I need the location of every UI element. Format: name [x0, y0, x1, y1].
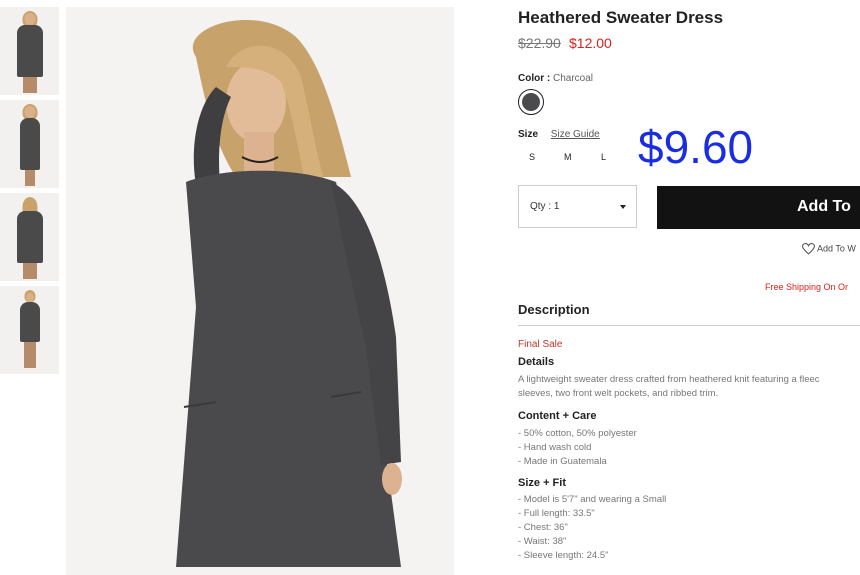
- content-line-3: - Made in Guatemala: [518, 456, 607, 467]
- sale-price: $12.00: [569, 35, 612, 51]
- thumb-legs: [23, 342, 36, 368]
- content-line-1: - 50% cotton, 50% polyester: [518, 428, 637, 439]
- size-option-s[interactable]: S: [529, 152, 535, 162]
- free-shipping-note: Free Shipping On Or: [765, 282, 849, 292]
- thumb-legs: [22, 77, 37, 93]
- description-divider: [518, 325, 860, 326]
- thumbnail-back[interactable]: [0, 193, 59, 281]
- add-to-wishlist-link[interactable]: Add To W: [801, 243, 856, 255]
- size-fit-heading: Size + Fit: [518, 477, 566, 489]
- add-to-bag-button[interactable]: Add To: [657, 186, 860, 229]
- thumb-head: [24, 13, 35, 25]
- thumb-head: [24, 106, 35, 118]
- color-row: Color : Charcoal: [518, 73, 593, 84]
- thumbnail-side[interactable]: [0, 100, 59, 188]
- add-button-label: Add To: [797, 198, 851, 215]
- original-price: $22.90: [518, 35, 561, 51]
- fit-line-1: - Model is 5'7" and wearing a Small: [518, 494, 667, 505]
- thumbnail-list: [0, 7, 59, 379]
- size-label: Size: [518, 129, 539, 140]
- thumbnail-front[interactable]: [0, 7, 59, 95]
- size-option-l[interactable]: L: [601, 152, 606, 162]
- color-label: Color :: [518, 73, 551, 84]
- model-illustration: [176, 19, 402, 567]
- final-sale-label: Final Sale: [518, 339, 563, 350]
- thumb-dress: [16, 211, 43, 263]
- promo-price: $9.60: [638, 121, 754, 173]
- thumb-dress: [19, 302, 40, 342]
- thumb-dress: [16, 25, 43, 77]
- product-info-panel: Heathered Sweater Dress $22.90 $12.00 Co…: [518, 0, 860, 575]
- content-line-2: - Hand wash cold: [518, 442, 592, 453]
- swatch-fill: [522, 93, 540, 111]
- quantity-select[interactable]: Qty : 1: [518, 185, 637, 228]
- product-title: Heathered Sweater Dress: [518, 8, 724, 27]
- thumb-head: [25, 293, 34, 302]
- content-care-heading: Content + Care: [518, 410, 597, 422]
- details-heading: Details: [518, 356, 555, 368]
- heart-icon: [801, 243, 816, 255]
- thumb-legs: [24, 170, 35, 186]
- details-line-1: A lightweight sweater dress crafted from…: [518, 374, 820, 385]
- fit-line-3: - Chest: 36": [518, 522, 568, 533]
- thumb-dress: [19, 118, 40, 170]
- fit-line-2: - Full length: 33.5": [518, 508, 595, 519]
- details-line-2: sleeves, two front welt pockets, and rib…: [518, 388, 719, 399]
- description-heading[interactable]: Description: [518, 302, 590, 317]
- size-row: Size Size Guide: [518, 129, 600, 140]
- chevron-down-icon: [620, 205, 626, 209]
- main-product-image[interactable]: [66, 7, 454, 575]
- thumb-legs: [22, 263, 37, 279]
- color-value: Charcoal: [553, 73, 594, 84]
- wishlist-label: Add To W: [817, 243, 856, 254]
- quantity-value: Qty : 1: [530, 201, 560, 212]
- thumbnail-full[interactable]: [0, 286, 59, 374]
- fit-line-5: - Sleeve length: 24.5": [518, 550, 609, 561]
- color-swatch-charcoal[interactable]: [518, 89, 544, 115]
- size-guide-link[interactable]: Size Guide: [551, 129, 600, 140]
- size-option-m[interactable]: M: [564, 152, 572, 162]
- fit-line-4: - Waist: 38": [518, 536, 567, 547]
